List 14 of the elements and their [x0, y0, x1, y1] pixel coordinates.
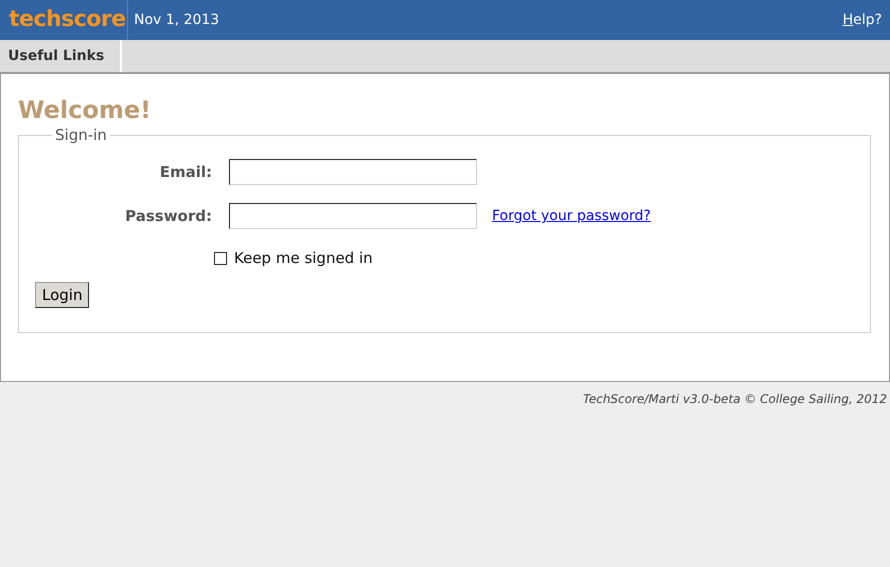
- checkbox-label: Keep me signed in: [234, 249, 373, 267]
- date-text: Nov 1, 2013: [133, 12, 220, 28]
- field-label: Email:: [158, 163, 213, 181]
- panel-legend: Sign-in: [52, 126, 110, 144]
- help-link[interactable]: Help?: [842, 12, 890, 28]
- checkbox[interactable]: [214, 252, 227, 264]
- forgot-password-link[interactable]: Forgot your password?: [492, 208, 651, 224]
- password-field[interactable]: [229, 203, 477, 229]
- page-title: Welcome!: [18, 96, 152, 124]
- login-button[interactable]: Login: [35, 282, 90, 308]
- footer-text: TechScore/Marti v3.0-beta © College Sailing, 2012: [583, 392, 887, 406]
- email-field[interactable]: [229, 159, 477, 185]
- field-label: Password:: [124, 207, 213, 225]
- menu-item[interactable]: Useful Links: [0, 40, 122, 72]
